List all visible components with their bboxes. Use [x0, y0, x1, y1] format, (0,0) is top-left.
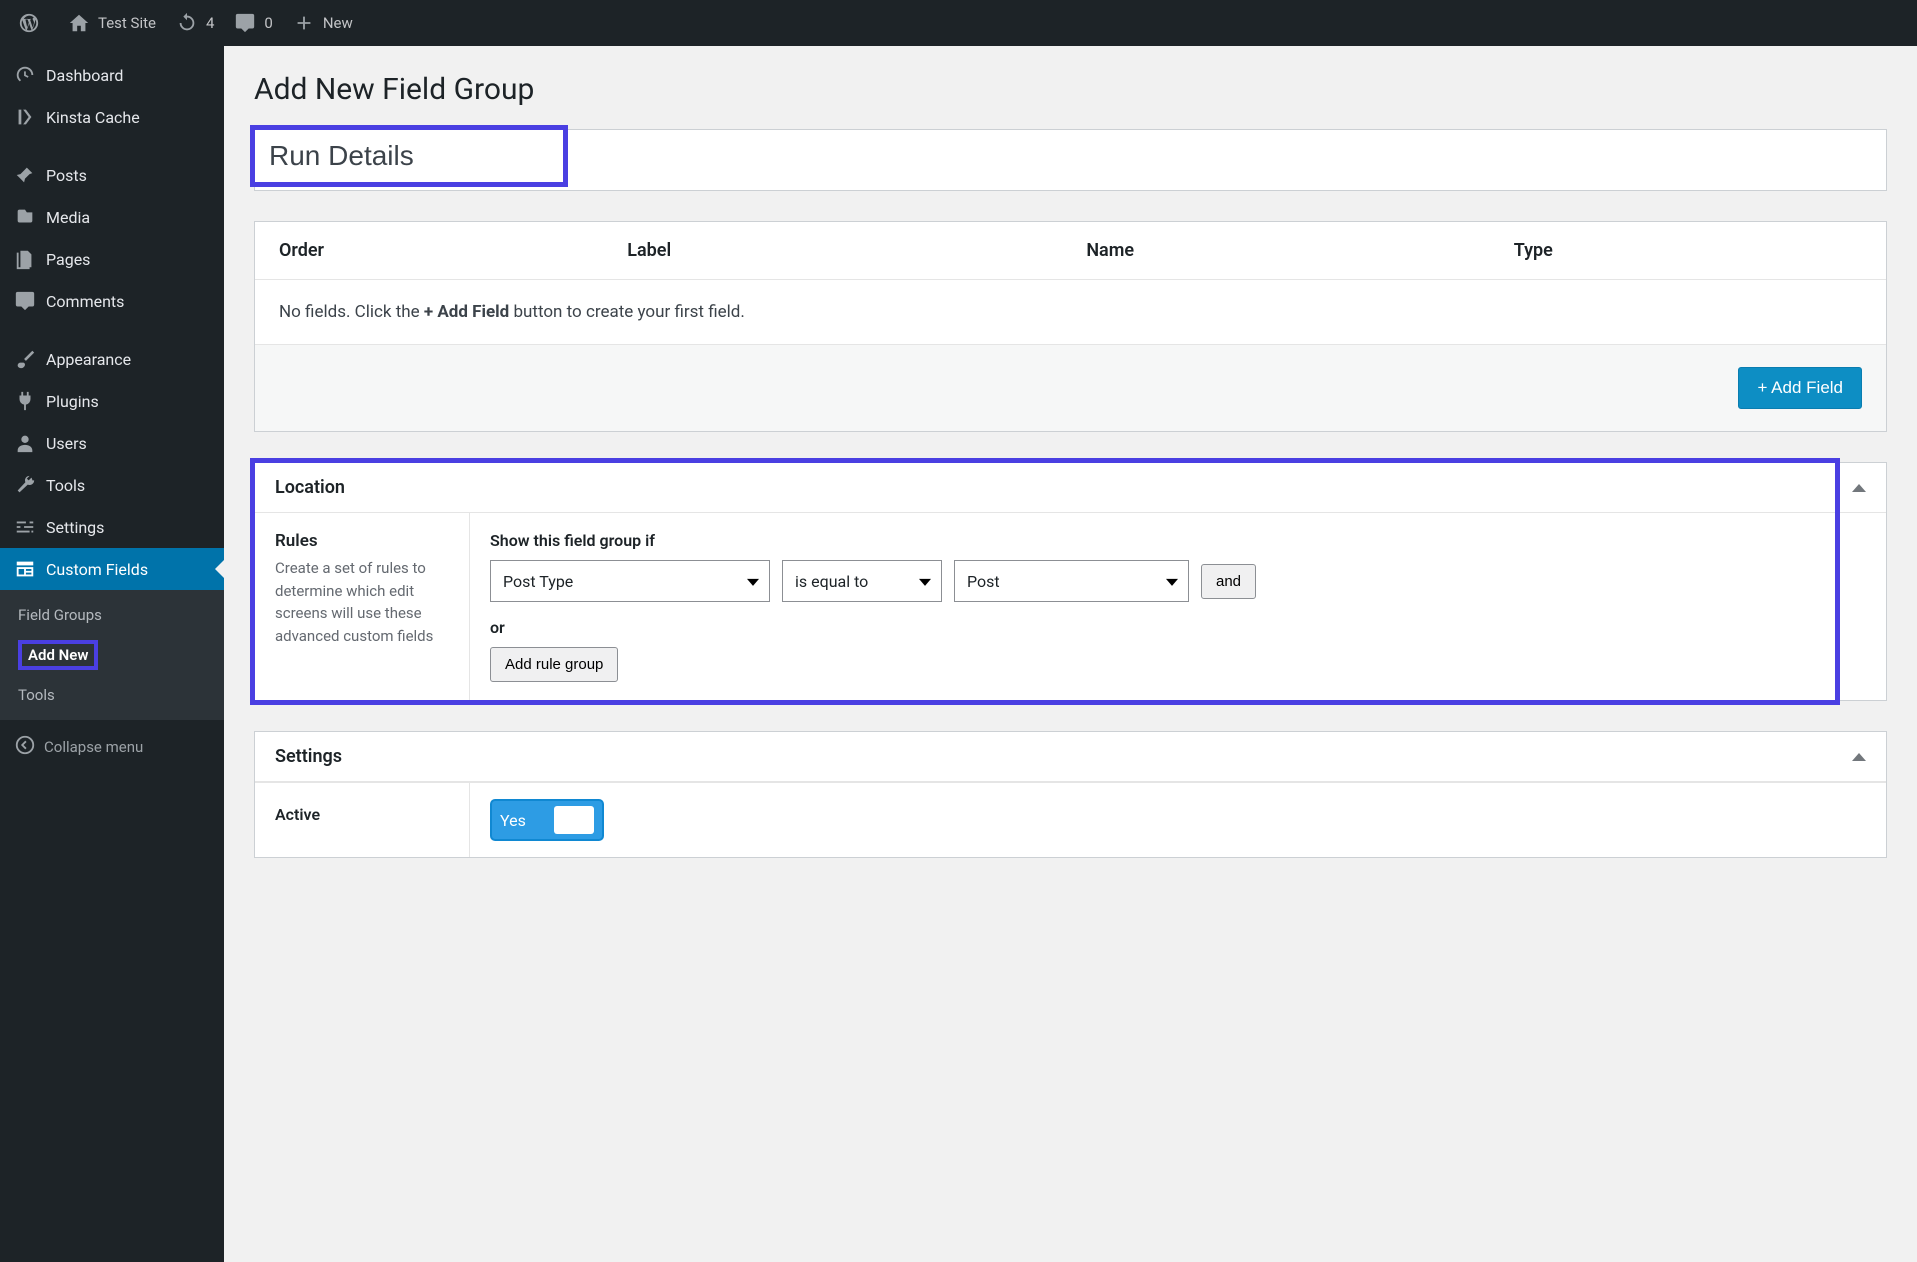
- dashboard-icon: [14, 64, 40, 86]
- menu-appearance[interactable]: Appearance: [0, 338, 224, 380]
- submenu-add-new-label: Add New: [18, 640, 98, 670]
- submenu-tools[interactable]: Tools: [0, 678, 224, 712]
- toggle-knob: [554, 806, 594, 834]
- location-title-row: Location: [255, 463, 1886, 513]
- custom-fields-submenu: Field Groups Add New Tools: [0, 590, 224, 720]
- brush-icon: [14, 348, 40, 370]
- rule-value-select[interactable]: Post: [954, 560, 1189, 602]
- new-label: New: [323, 14, 353, 32]
- add-rule-group-button[interactable]: Add rule group: [490, 647, 618, 682]
- comments-icon: [14, 290, 40, 312]
- settings-toggle-icon[interactable]: [1852, 753, 1866, 761]
- or-label: or: [490, 618, 1866, 637]
- comment-icon: [234, 12, 256, 34]
- settings-box: Settings Active Yes: [254, 731, 1887, 858]
- user-icon: [14, 432, 40, 454]
- pin-icon: [14, 164, 40, 186]
- kinsta-icon: [14, 106, 40, 128]
- menu-dashboard[interactable]: Dashboard: [0, 54, 224, 96]
- fields-panel: Order Label Name Type No fields. Click t…: [254, 221, 1887, 432]
- active-toggle[interactable]: Yes: [490, 799, 604, 841]
- wp-logo[interactable]: [8, 0, 58, 46]
- admin-toolbar: Test Site 4 0 New: [0, 0, 1917, 46]
- active-toggle-label: Yes: [500, 811, 526, 830]
- menu-media[interactable]: Media: [0, 196, 224, 238]
- location-toggle-icon[interactable]: [1852, 484, 1866, 492]
- submenu-field-groups[interactable]: Field Groups: [0, 598, 224, 632]
- menu-kinsta-cache[interactable]: Kinsta Cache: [0, 96, 224, 138]
- rule-row: Post Type is equal to Post and: [490, 560, 1866, 602]
- custom-fields-icon: [14, 558, 40, 580]
- show-if-label: Show this field group if: [490, 531, 1866, 550]
- rule-operator-select[interactable]: is equal to: [782, 560, 942, 602]
- media-icon: [14, 206, 40, 228]
- settings-title-row: Settings: [255, 732, 1886, 782]
- new-content-link[interactable]: New: [283, 0, 363, 46]
- location-rules-area: Show this field group if Post Type is eq…: [470, 513, 1886, 700]
- menu-posts[interactable]: Posts: [0, 154, 224, 196]
- update-icon: [176, 12, 198, 34]
- site-name-link[interactable]: Test Site: [58, 0, 166, 46]
- active-label: Active: [255, 783, 470, 857]
- plus-icon: [293, 12, 315, 34]
- wrench-icon: [14, 474, 40, 496]
- fields-footer: + Add Field: [255, 345, 1886, 431]
- title-highlight: [250, 125, 568, 187]
- field-group-title-input[interactable]: [269, 140, 549, 172]
- col-name: Name: [1086, 240, 1513, 261]
- col-type: Type: [1514, 240, 1862, 261]
- location-box: Location Rules Create a set of rules to …: [254, 462, 1887, 701]
- settings-title: Settings: [275, 746, 342, 767]
- title-row: [254, 129, 1887, 191]
- location-title: Location: [275, 477, 345, 498]
- page-title: Add New Field Group: [254, 72, 1887, 107]
- rules-description: Create a set of rules to determine which…: [275, 557, 449, 647]
- main-content: Add New Field Group Order Label Name Typ…: [224, 46, 1917, 1262]
- collapse-icon: [14, 734, 36, 760]
- menu-pages[interactable]: Pages: [0, 238, 224, 280]
- col-label: Label: [627, 240, 1086, 261]
- plug-icon: [14, 390, 40, 412]
- menu-users[interactable]: Users: [0, 422, 224, 464]
- menu-custom-fields[interactable]: Custom Fields: [0, 548, 224, 590]
- add-field-button[interactable]: + Add Field: [1738, 367, 1862, 409]
- rule-param-select[interactable]: Post Type: [490, 560, 770, 602]
- rules-label: Rules: [275, 531, 449, 551]
- add-and-rule-button[interactable]: and: [1201, 564, 1256, 599]
- collapse-menu[interactable]: Collapse menu: [0, 720, 224, 774]
- home-icon: [68, 12, 90, 34]
- updates-link[interactable]: 4: [166, 0, 224, 46]
- menu-plugins[interactable]: Plugins: [0, 380, 224, 422]
- fields-header: Order Label Name Type: [255, 222, 1886, 280]
- admin-sidebar: Dashboard Kinsta Cache Posts Media Pages…: [0, 46, 224, 1262]
- wordpress-icon: [18, 12, 40, 34]
- comments-link[interactable]: 0: [224, 0, 282, 46]
- menu-comments[interactable]: Comments: [0, 280, 224, 322]
- site-name: Test Site: [98, 14, 156, 32]
- fields-empty-message: No fields. Click the + Add Field button …: [255, 280, 1886, 345]
- updates-count: 4: [206, 14, 214, 32]
- location-rules-desc: Rules Create a set of rules to determine…: [255, 513, 470, 700]
- sliders-icon: [14, 516, 40, 538]
- col-order: Order: [279, 240, 627, 261]
- pages-icon: [14, 248, 40, 270]
- menu-tools[interactable]: Tools: [0, 464, 224, 506]
- submenu-add-new[interactable]: Add New: [0, 632, 224, 678]
- comments-count: 0: [264, 14, 272, 32]
- menu-settings[interactable]: Settings: [0, 506, 224, 548]
